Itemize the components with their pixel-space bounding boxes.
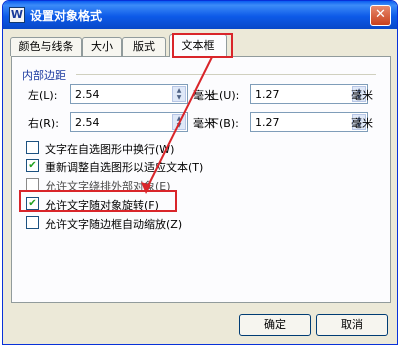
annotation-arrow-icon <box>141 56 213 194</box>
